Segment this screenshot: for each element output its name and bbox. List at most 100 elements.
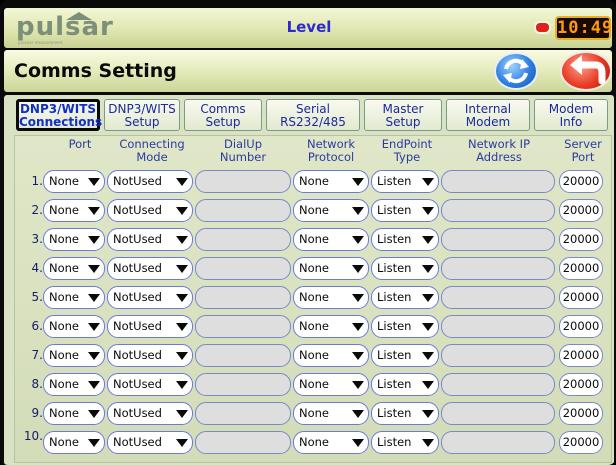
- server-port-field[interactable]: 20000: [559, 170, 603, 193]
- network-ip-field[interactable]: [441, 402, 555, 425]
- network-protocol-select[interactable]: None: [293, 199, 369, 222]
- endpoint-type-select[interactable]: Listen: [371, 315, 439, 338]
- dialup-number-field[interactable]: [195, 431, 291, 454]
- dropdown-arrow-icon: [176, 439, 188, 447]
- connecting-mode-select[interactable]: NotUsed: [107, 257, 193, 280]
- server-port-field[interactable]: 20000: [559, 431, 603, 454]
- network-ip-field[interactable]: [441, 170, 555, 193]
- port-select[interactable]: None: [43, 257, 105, 280]
- port-select[interactable]: None: [43, 431, 105, 454]
- port-select[interactable]: None: [43, 373, 105, 396]
- dialup-number-field[interactable]: [195, 228, 291, 251]
- dropdown-arrow-icon: [176, 323, 188, 331]
- network-protocol-select[interactable]: None: [293, 431, 369, 454]
- column-header-endpoint-type: EndPoint Type: [381, 137, 433, 164]
- server-port-field[interactable]: 20000: [559, 257, 603, 280]
- tab-comms-setup[interactable]: Comms Setup: [184, 99, 262, 131]
- column-header-network-ip-address: Network IP Address: [468, 137, 530, 164]
- dialup-number-field[interactable]: [195, 373, 291, 396]
- dialup-number-field[interactable]: [195, 402, 291, 425]
- endpoint-type-select[interactable]: Listen: [371, 431, 439, 454]
- dialup-number-field[interactable]: [195, 344, 291, 367]
- network-ip-field[interactable]: [441, 344, 555, 367]
- network-protocol-select[interactable]: None: [293, 228, 369, 251]
- app-title: Level: [286, 18, 332, 36]
- server-port-field[interactable]: 20000: [559, 228, 603, 251]
- network-ip-field[interactable]: [441, 228, 555, 251]
- connecting-mode-select-value: NotUsed: [113, 319, 162, 333]
- connecting-mode-select[interactable]: NotUsed: [107, 431, 193, 454]
- endpoint-type-select[interactable]: Listen: [371, 228, 439, 251]
- connections-table: Port Connecting Mode DialUp Number Network…: [14, 135, 612, 463]
- network-ip-field[interactable]: [441, 373, 555, 396]
- connecting-mode-select[interactable]: NotUsed: [107, 170, 193, 193]
- network-ip-field[interactable]: [441, 315, 555, 338]
- endpoint-type-select[interactable]: Listen: [371, 257, 439, 280]
- refresh-button[interactable]: [494, 52, 538, 90]
- connecting-mode-select[interactable]: NotUsed: [107, 402, 193, 425]
- connecting-mode-select[interactable]: NotUsed: [107, 199, 193, 222]
- connecting-mode-select[interactable]: NotUsed: [107, 344, 193, 367]
- server-port-field[interactable]: 20000: [559, 199, 603, 222]
- connecting-mode-select[interactable]: NotUsed: [107, 228, 193, 251]
- tab-label-line2: Setup: [385, 115, 421, 129]
- server-port-field[interactable]: 20000: [559, 373, 603, 396]
- network-ip-field[interactable]: [441, 257, 555, 280]
- connecting-mode-select[interactable]: NotUsed: [107, 286, 193, 309]
- dropdown-arrow-icon: [176, 236, 188, 244]
- server-port-field[interactable]: 20000: [559, 344, 603, 367]
- endpoint-type-select[interactable]: Listen: [371, 373, 439, 396]
- port-select[interactable]: None: [43, 228, 105, 251]
- network-ip-field[interactable]: [441, 199, 555, 222]
- dropdown-arrow-icon: [422, 410, 434, 418]
- back-button[interactable]: [560, 51, 612, 91]
- dialup-number-field[interactable]: [195, 257, 291, 280]
- dialup-number-field[interactable]: [195, 315, 291, 338]
- port-select[interactable]: None: [43, 315, 105, 338]
- endpoint-type-select[interactable]: Listen: [371, 344, 439, 367]
- tab-label-line2: RS232/485: [280, 115, 346, 129]
- row-number: 2.: [31, 203, 43, 217]
- tab-internal-modem[interactable]: Internal Modem: [446, 99, 530, 131]
- network-protocol-select-value: None: [299, 232, 330, 246]
- port-select[interactable]: None: [43, 199, 105, 222]
- network-protocol-select[interactable]: None: [293, 286, 369, 309]
- tab-dnp3-wits-connections[interactable]: DNP3/WITS Connections: [16, 99, 102, 131]
- network-protocol-select[interactable]: None: [293, 402, 369, 425]
- dialup-number-field[interactable]: [195, 199, 291, 222]
- network-protocol-select[interactable]: None: [293, 373, 369, 396]
- tab-serial-rs232-485[interactable]: Serial RS232/485: [266, 99, 360, 131]
- endpoint-type-select[interactable]: Listen: [371, 402, 439, 425]
- server-port-field[interactable]: 20000: [559, 402, 603, 425]
- dropdown-arrow-icon: [176, 178, 188, 186]
- tab-dnp3-wits-setup[interactable]: DNP3/WITS Setup: [104, 99, 180, 131]
- server-port-field[interactable]: 20000: [559, 315, 603, 338]
- tab-modem-info[interactable]: Modem Info: [534, 99, 608, 131]
- network-ip-field[interactable]: [441, 431, 555, 454]
- row-number: 1.: [31, 174, 43, 188]
- page-header: Comms Setting: [4, 50, 612, 92]
- row-number: 6.: [31, 319, 43, 333]
- port-select[interactable]: None: [43, 286, 105, 309]
- network-protocol-select[interactable]: None: [293, 344, 369, 367]
- tab-master-setup[interactable]: Master Setup: [364, 99, 442, 131]
- network-protocol-select-value: None: [299, 348, 330, 362]
- endpoint-type-select-value: Listen: [377, 406, 412, 420]
- row-number: 7.: [31, 348, 43, 362]
- connecting-mode-select[interactable]: NotUsed: [107, 315, 193, 338]
- port-select[interactable]: None: [43, 402, 105, 425]
- endpoint-type-select[interactable]: Listen: [371, 199, 439, 222]
- endpoint-type-select[interactable]: Listen: [371, 286, 439, 309]
- endpoint-type-select[interactable]: Listen: [371, 170, 439, 193]
- network-protocol-select[interactable]: None: [293, 315, 369, 338]
- dialup-number-field[interactable]: [195, 286, 291, 309]
- network-ip-field[interactable]: [441, 286, 555, 309]
- dialup-number-field[interactable]: [195, 170, 291, 193]
- port-select[interactable]: None: [43, 344, 105, 367]
- network-protocol-select[interactable]: None: [293, 170, 369, 193]
- connecting-mode-select[interactable]: NotUsed: [107, 373, 193, 396]
- server-port-field[interactable]: 20000: [559, 286, 603, 309]
- port-select[interactable]: None: [43, 170, 105, 193]
- network-protocol-select[interactable]: None: [293, 257, 369, 280]
- dropdown-arrow-icon: [176, 207, 188, 215]
